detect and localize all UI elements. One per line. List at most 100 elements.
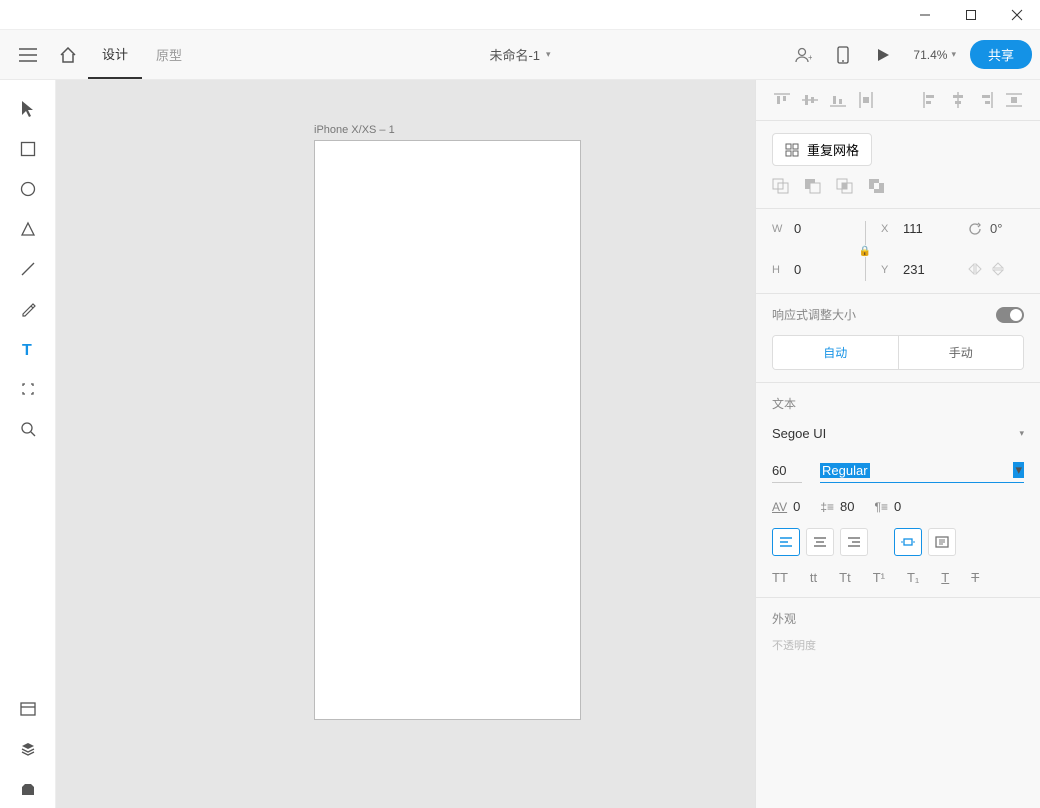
artboard[interactable] xyxy=(314,140,581,720)
responsive-auto-button[interactable]: 自动 xyxy=(773,336,898,369)
tab-prototype[interactable]: 原型 xyxy=(142,31,196,79)
paragraph-spacing-icon: ¶≡ xyxy=(875,500,888,514)
text-fixedsize-button[interactable] xyxy=(928,528,956,556)
share-button[interactable]: 共享 xyxy=(970,40,1032,69)
char-spacing-icon: AV xyxy=(772,500,787,514)
artboard-tool[interactable] xyxy=(8,370,48,408)
align-bottom-icon[interactable] xyxy=(828,90,848,110)
rectangle-tool[interactable] xyxy=(8,130,48,168)
align-right-icon[interactable] xyxy=(976,90,996,110)
text-align-right-button[interactable] xyxy=(840,528,868,556)
text-align-left-button[interactable] xyxy=(772,528,800,556)
zoom-tool[interactable] xyxy=(8,410,48,448)
zoom-control[interactable]: 71.4% ▾ xyxy=(907,48,962,62)
device-preview-button[interactable] xyxy=(827,39,859,71)
opacity-label: 不透明度 xyxy=(772,637,1024,653)
geometry-section: W H 🔒 X xyxy=(756,209,1040,294)
font-size-input[interactable] xyxy=(772,463,802,483)
responsive-manual-button[interactable]: 手动 xyxy=(898,336,1024,369)
distribute-v-icon[interactable] xyxy=(856,90,876,110)
boolean-subtract-icon[interactable] xyxy=(804,178,824,196)
boolean-add-icon[interactable] xyxy=(772,178,792,196)
top-toolbar: 设计 原型 未命名-1 ▾ + 71.4% ▾ 共享 xyxy=(0,30,1040,80)
design-canvas[interactable]: iPhone X/XS – 1 xyxy=(56,80,755,808)
repeat-grid-label: 重复网格 xyxy=(807,140,859,159)
width-input[interactable] xyxy=(794,221,834,236)
ellipse-tool[interactable] xyxy=(8,170,48,208)
y-input[interactable] xyxy=(903,262,943,277)
distribute-h-icon[interactable] xyxy=(1004,90,1024,110)
font-family-value: Segoe UI xyxy=(772,426,826,441)
layers-panel-button[interactable] xyxy=(8,730,48,768)
height-label: H xyxy=(772,264,788,276)
window-close-button[interactable] xyxy=(994,0,1040,30)
window-maximize-button[interactable] xyxy=(948,0,994,30)
plugins-panel-button[interactable] xyxy=(8,770,48,808)
window-minimize-button[interactable] xyxy=(902,0,948,30)
window-titlebar xyxy=(0,0,1040,30)
text-section-label: 文本 xyxy=(772,395,1024,412)
appearance-label: 外观 xyxy=(772,610,1024,627)
paragraph-spacing-value: 0 xyxy=(894,499,901,514)
superscript-button[interactable]: T¹ xyxy=(873,570,885,585)
zoom-value: 71.4% xyxy=(913,48,947,62)
select-tool[interactable] xyxy=(8,90,48,128)
font-weight-select[interactable]: Regular ▾ xyxy=(820,460,1024,483)
chevron-down-icon: ▾ xyxy=(1013,462,1024,478)
text-tool[interactable]: T xyxy=(8,330,48,368)
lowercase-button[interactable]: tt xyxy=(810,570,817,585)
rotation-input[interactable] xyxy=(990,221,1014,236)
align-top-icon[interactable] xyxy=(772,90,792,110)
polygon-tool[interactable] xyxy=(8,210,48,248)
line-spacing-input[interactable]: ‡≡ 80 xyxy=(820,499,854,514)
flip-v-icon[interactable] xyxy=(992,262,1004,276)
tool-rail: T xyxy=(0,80,56,808)
subscript-button[interactable]: T₁ xyxy=(907,570,919,585)
repeat-grid-button[interactable]: 重复网格 xyxy=(772,133,872,166)
svg-text:T: T xyxy=(22,342,32,357)
line-spacing-icon: ‡≡ xyxy=(820,500,834,514)
rotate-icon[interactable] xyxy=(968,222,982,236)
underline-button[interactable]: T xyxy=(941,570,949,585)
responsive-toggle[interactable] xyxy=(996,307,1024,323)
font-family-select[interactable]: Segoe UI ▾ xyxy=(772,422,1024,446)
text-align-center-button[interactable] xyxy=(806,528,834,556)
text-autowidth-button[interactable] xyxy=(894,528,922,556)
strikethrough-button[interactable]: T xyxy=(971,570,979,585)
boolean-intersect-icon[interactable] xyxy=(836,178,856,196)
x-input[interactable] xyxy=(903,221,943,236)
flip-h-icon[interactable] xyxy=(968,263,982,275)
lock-icon: 🔒 xyxy=(859,245,871,257)
lock-aspect-button[interactable]: 🔒 xyxy=(859,221,871,281)
titlecase-button[interactable]: Tt xyxy=(839,570,851,585)
paragraph-spacing-input[interactable]: ¶≡ 0 xyxy=(875,499,902,514)
char-spacing-input[interactable]: AV 0 xyxy=(772,499,800,514)
pen-tool[interactable] xyxy=(8,290,48,328)
assets-panel-button[interactable] xyxy=(8,690,48,728)
menu-button[interactable] xyxy=(8,35,48,75)
invite-user-button[interactable]: + xyxy=(787,39,819,71)
height-input[interactable] xyxy=(794,262,834,277)
chevron-down-icon: ▾ xyxy=(951,49,956,60)
line-tool[interactable] xyxy=(8,250,48,288)
appearance-section: 外观 不透明度 xyxy=(756,598,1040,653)
home-button[interactable] xyxy=(48,35,88,75)
properties-panel: 重复网格 W H xyxy=(755,80,1040,808)
align-vcenter-icon[interactable] xyxy=(800,90,820,110)
uppercase-button[interactable]: TT xyxy=(772,570,788,585)
chevron-down-icon: ▾ xyxy=(1019,428,1024,439)
document-name: 未命名-1 xyxy=(489,45,540,64)
line-spacing-value: 80 xyxy=(840,499,854,514)
tab-design[interactable]: 设计 xyxy=(88,31,142,79)
chevron-down-icon: ▾ xyxy=(546,49,551,60)
document-title[interactable]: 未命名-1 ▾ xyxy=(489,45,550,64)
align-section xyxy=(756,80,1040,121)
font-weight-value: Regular xyxy=(820,463,870,478)
boolean-exclude-icon[interactable] xyxy=(868,178,888,196)
width-label: W xyxy=(772,223,788,235)
align-hcenter-icon[interactable] xyxy=(948,90,968,110)
svg-text:+: + xyxy=(808,53,812,62)
play-preview-button[interactable] xyxy=(867,39,899,71)
align-left-icon[interactable] xyxy=(920,90,940,110)
artboard-label[interactable]: iPhone X/XS – 1 xyxy=(314,124,395,136)
